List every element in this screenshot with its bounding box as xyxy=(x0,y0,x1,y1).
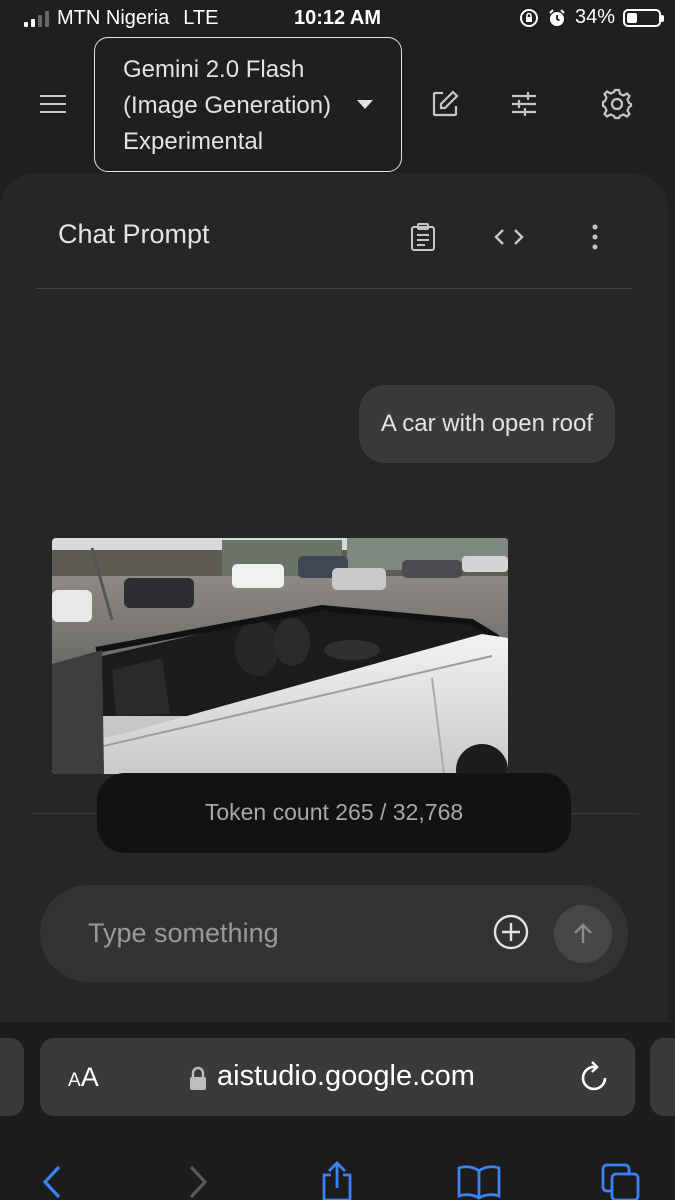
menu-icon[interactable] xyxy=(40,88,76,120)
arrow-up-icon xyxy=(574,923,592,943)
share-icon[interactable] xyxy=(313,1158,361,1200)
next-tab-edge[interactable] xyxy=(650,1038,675,1116)
status-bar: MTN Nigeria LTE 10:12 AM 34% xyxy=(0,0,675,36)
chat-panel: Chat Prompt A car with open roof Token c… xyxy=(0,173,668,1021)
rotation-lock-icon xyxy=(519,8,538,27)
header-divider xyxy=(36,288,632,289)
token-count: Token count 265 / 32,768 xyxy=(97,773,571,853)
text-size-button[interactable]: AA xyxy=(68,1062,99,1093)
reload-icon[interactable] xyxy=(578,1058,612,1094)
forward-icon[interactable] xyxy=(174,1158,222,1200)
send-button[interactable] xyxy=(554,905,612,963)
code-icon[interactable] xyxy=(489,217,529,257)
generated-car-image[interactable] xyxy=(52,538,508,774)
prompt-composer xyxy=(40,885,628,982)
status-right: 34% xyxy=(519,6,664,29)
dropdown-caret-icon xyxy=(357,100,373,109)
more-vert-icon[interactable] xyxy=(575,217,615,257)
settings-icon[interactable] xyxy=(597,84,637,124)
model-selector[interactable]: Gemini 2.0 Flash (Image Generation) Expe… xyxy=(94,37,402,172)
prompt-input[interactable] xyxy=(88,913,468,953)
tune-icon[interactable] xyxy=(504,84,544,124)
lock-icon xyxy=(190,1066,206,1090)
bookmarks-icon[interactable] xyxy=(455,1158,503,1200)
battery-icon xyxy=(623,8,664,27)
chat-title: Chat Prompt xyxy=(58,219,210,249)
model-name: Gemini 2.0 Flash (Image Generation) Expe… xyxy=(123,56,332,155)
user-message: A car with open roof xyxy=(358,385,615,463)
tabs-icon[interactable] xyxy=(597,1158,645,1200)
prev-tab-edge[interactable] xyxy=(0,1038,24,1116)
browser-toolbar: AA aistudio.google.com xyxy=(0,1021,675,1200)
battery-fill xyxy=(627,12,638,23)
clipboard-icon[interactable] xyxy=(403,217,443,257)
alarm-icon xyxy=(549,8,565,26)
battery-percent: 34% xyxy=(574,6,615,28)
add-media-icon[interactable] xyxy=(490,911,532,953)
edit-icon[interactable] xyxy=(425,84,465,124)
back-icon[interactable] xyxy=(28,1158,76,1200)
url-text: aistudio.google.com xyxy=(217,1060,475,1092)
address-bar[interactable]: AA aistudio.google.com xyxy=(40,1038,635,1116)
